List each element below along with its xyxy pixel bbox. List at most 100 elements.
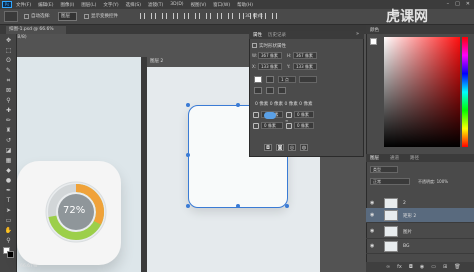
fill-color-button[interactable]	[254, 76, 262, 83]
menu-select[interactable]: 选择(S)	[126, 2, 141, 8]
visibility-eye-icon[interactable]: ◉	[370, 200, 374, 206]
menu-type[interactable]: 文字(Y)	[103, 2, 118, 8]
history-brush-icon[interactable]: ↺	[4, 137, 13, 144]
tab-color[interactable]: 颜色	[370, 27, 379, 33]
handle-middle-left[interactable]	[186, 153, 190, 157]
stamp-tool-icon[interactable]: ♜	[4, 127, 13, 134]
blend-mode-dropdown[interactable]: 正常	[370, 178, 410, 185]
tab-properties[interactable]: 属性	[253, 32, 262, 38]
link-radius-icon[interactable]: ∞	[285, 118, 288, 123]
stroke-width-field[interactable]: 1 点	[278, 76, 296, 83]
gradient-tool-icon[interactable]: ▦	[4, 157, 13, 164]
menu-window[interactable]: 窗口(W)	[213, 2, 230, 8]
menu-edit[interactable]: 编辑(E)	[38, 2, 53, 8]
brush-tool-icon[interactable]: ✏	[4, 117, 13, 124]
show-transform-checkbox[interactable]	[84, 14, 89, 19]
w-field[interactable]: 367 像素	[258, 52, 282, 59]
tab-channels[interactable]: 通道	[390, 155, 399, 161]
handle-top-middle[interactable]	[236, 103, 240, 107]
new-layer-icon[interactable]: ⊞	[443, 264, 447, 270]
panel-foreground-swatch[interactable]	[370, 38, 377, 45]
crop-tool-icon[interactable]: ⌗	[4, 77, 13, 84]
align-right-icon[interactable]	[162, 13, 167, 19]
distribute-2-icon[interactable]	[217, 13, 222, 19]
move-tool-icon[interactable]: ✥	[4, 37, 13, 44]
group-icon[interactable]: ▭	[431, 264, 436, 270]
tab-layers[interactable]: 图层	[370, 155, 379, 161]
menu-3d[interactable]: 3D(D)	[170, 2, 183, 7]
align-middle-icon[interactable]	[184, 13, 189, 19]
radius-top-right-field[interactable]: 0 像素	[294, 111, 314, 118]
align-top-icon[interactable]	[173, 13, 178, 19]
distribute-icon[interactable]	[206, 13, 211, 19]
menu-view[interactable]: 视图(V)	[191, 2, 207, 8]
layer-filter-dropdown[interactable]: 类型	[370, 166, 398, 173]
panel-collapse-button[interactable]: »	[356, 31, 359, 37]
radius-bottom-right-field[interactable]: 0 像素	[294, 122, 314, 129]
layer-row-selected[interactable]	[366, 208, 474, 223]
healing-tool-icon[interactable]: ✚	[4, 107, 13, 114]
adjustment-icon[interactable]: ◉	[420, 264, 424, 270]
eraser-tool-icon[interactable]: ◪	[4, 147, 13, 154]
tab-paths[interactable]: 路径	[410, 155, 419, 161]
distribute-7-icon[interactable]	[272, 13, 277, 19]
mask-icon[interactable]: ◘	[409, 264, 413, 270]
y-field[interactable]: 133 像素	[293, 63, 317, 70]
path-op-combine-icon[interactable]: ◘	[264, 144, 272, 151]
stroke-type-dropdown[interactable]	[299, 76, 317, 83]
tab-history[interactable]: 历史记录	[268, 32, 286, 38]
zoom-tool-icon[interactable]: ⚲	[4, 237, 13, 244]
link-layers-icon[interactable]: ∞	[386, 264, 390, 270]
visibility-eye-icon[interactable]: ◉	[370, 228, 374, 234]
trash-icon[interactable]: 🗑	[454, 264, 460, 270]
close-button[interactable]: ✕	[466, 1, 470, 7]
handle-bottom-right[interactable]	[285, 204, 289, 208]
path-op-subtract-icon[interactable]: ◙	[276, 144, 284, 151]
layer-row[interactable]	[366, 239, 474, 254]
shape-tool-icon[interactable]: ▭	[4, 217, 13, 224]
path-op-exclude-icon[interactable]: ◍	[300, 144, 308, 151]
align-left-icon[interactable]	[140, 13, 145, 19]
distribute-4-icon[interactable]	[239, 13, 244, 19]
menu-layer[interactable]: 图层(L)	[81, 2, 96, 8]
path-op-intersect-icon[interactable]: ◎	[288, 144, 296, 151]
opacity-control[interactable]: 不透明度: 100%	[418, 179, 448, 185]
maximize-button[interactable]: □	[455, 1, 460, 7]
eyedropper-tool-icon[interactable]: ⚲	[4, 97, 13, 104]
path-select-tool-icon[interactable]: ➤	[4, 207, 13, 214]
dodge-tool-icon[interactable]: ●	[4, 177, 13, 184]
align-bottom-icon[interactable]	[195, 13, 200, 19]
x-field[interactable]: 133 像素	[258, 63, 282, 70]
stroke-color-button[interactable]	[266, 76, 274, 83]
stroke-corner-button[interactable]	[278, 87, 286, 94]
quick-select-tool-icon[interactable]: ✎	[4, 67, 13, 74]
menu-file[interactable]: 文件(F)	[16, 2, 31, 8]
radius-bottom-left-field[interactable]: 0 像素	[261, 122, 283, 129]
menu-help[interactable]: 帮助(H)	[237, 2, 253, 8]
layer-row[interactable]	[366, 224, 474, 239]
visibility-eye-icon[interactable]: ◉	[370, 243, 374, 249]
frame-tool-icon[interactable]: ⊠	[4, 87, 13, 94]
align-center-icon[interactable]	[151, 13, 156, 19]
marquee-tool-icon[interactable]: ⬚	[4, 47, 13, 54]
minimize-button[interactable]: –	[447, 1, 450, 7]
background-color-swatch[interactable]	[7, 251, 14, 258]
move-tool-preset[interactable]	[4, 11, 18, 22]
handle-bottom-left[interactable]	[186, 204, 190, 208]
blur-tool-icon[interactable]: ◆	[4, 167, 13, 174]
document-tab[interactable]: 扣图-1.psd @ 66.6%(RGB/8)	[6, 26, 66, 40]
handle-bottom-middle[interactable]	[236, 204, 240, 208]
auto-select-checkbox[interactable]	[24, 14, 29, 19]
stroke-cap-button[interactable]	[266, 87, 274, 94]
distribute-3-icon[interactable]	[228, 13, 233, 19]
color-field[interactable]	[384, 37, 460, 147]
hand-tool-icon[interactable]: ✋	[4, 227, 13, 234]
handle-top-left[interactable]	[186, 103, 190, 107]
pen-tool-icon[interactable]: ✒	[4, 187, 13, 194]
lasso-tool-icon[interactable]: ʘ	[4, 57, 13, 64]
stroke-align-button[interactable]	[254, 87, 262, 94]
hue-slider[interactable]	[462, 37, 468, 147]
type-tool-icon[interactable]: T	[4, 197, 13, 204]
visibility-eye-icon[interactable]: ◉	[370, 212, 374, 218]
menu-filter[interactable]: 滤镜(T)	[148, 2, 163, 8]
